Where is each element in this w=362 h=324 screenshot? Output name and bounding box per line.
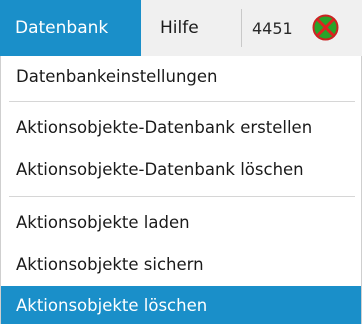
menu-item-objekte-loeschen[interactable]: Aktionsobjekte löschen: [1, 286, 361, 324]
menu-item-sichern[interactable]: Aktionsobjekte sichern: [1, 244, 361, 284]
menu-item-laden[interactable]: Aktionsobjekte laden: [1, 202, 361, 242]
menu-datenbank-label: Datenbank: [15, 18, 109, 38]
menubar-separator: [241, 9, 242, 47]
menu-item-datenbankeinstellungen[interactable]: Datenbankeinstellungen: [1, 56, 361, 96]
menu-item-label: Datenbankeinstellungen: [16, 66, 218, 86]
menu-datenbank[interactable]: Datenbank: [0, 0, 141, 56]
menu-item-label: Aktionsobjekte sichern: [16, 254, 204, 274]
menu-item-db-erstellen[interactable]: Aktionsobjekte-Datenbank erstellen: [1, 107, 361, 147]
counter-value: 4451: [252, 18, 293, 38]
datenbank-dropdown-menu: Datenbankeinstellungen Aktionsobjekte-Da…: [0, 56, 362, 324]
menu-bar: Datenbank Hilfe 4451: [0, 0, 362, 56]
menu-item-label: Aktionsobjekte laden: [16, 212, 190, 232]
menu-item-db-loeschen[interactable]: Aktionsobjekte-Datenbank löschen: [1, 149, 361, 189]
menu-separator: [9, 196, 355, 197]
menu-item-label: Aktionsobjekte-Datenbank erstellen: [16, 117, 313, 137]
menu-separator: [9, 101, 355, 102]
green-disk-red-x-icon[interactable]: [312, 14, 339, 41]
menu-hilfe[interactable]: Hilfe: [141, 0, 241, 56]
counter-display: 4451: [250, 0, 310, 56]
menu-hilfe-label: Hilfe: [160, 18, 199, 38]
menu-item-label: Aktionsobjekte-Datenbank löschen: [16, 159, 304, 179]
menu-item-label: Aktionsobjekte löschen: [16, 295, 208, 315]
